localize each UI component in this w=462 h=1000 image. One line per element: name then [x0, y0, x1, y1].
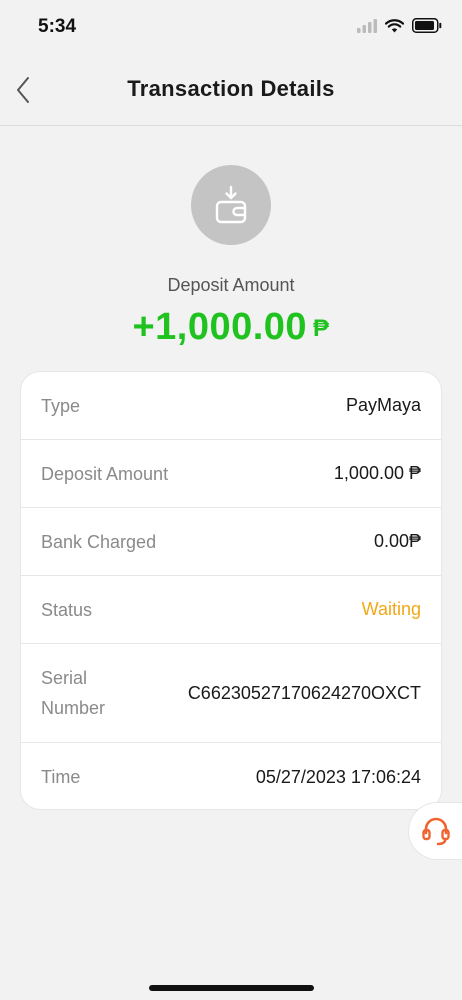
status-value: Waiting	[361, 599, 421, 619]
type-value: PayMaya	[345, 395, 421, 415]
deposit-amount-row-value: 1,000.00 ₱	[333, 463, 421, 483]
bank-charged-row: Bank Charged 0.00₱	[21, 508, 441, 576]
deposit-amount-row: Deposit Amount 1,000.00 ₱	[21, 440, 441, 508]
time-row: Time 05/27/2023 17:06:24	[21, 743, 441, 809]
bank-charged-value: 0.00₱	[373, 531, 421, 551]
amount-currency: ₱	[313, 315, 330, 342]
time-value: 05/27/2023 17:06:24	[255, 766, 421, 787]
customer-support-button[interactable]	[408, 802, 462, 860]
home-indicator	[149, 985, 314, 991]
status-label: Status	[41, 599, 93, 620]
deposit-amount-value: +1,000.00 ₱	[0, 306, 462, 349]
wallet-badge	[191, 165, 271, 245]
serial-number-label: Serial Number	[41, 668, 106, 718]
status-row: Status Waiting	[21, 576, 441, 644]
status-icons	[357, 18, 442, 33]
status-bar: 5:34	[0, 0, 462, 56]
headset-icon	[421, 817, 450, 846]
serial-number-value: C66230527170624270OXCT	[187, 682, 421, 703]
status-time: 5:34	[38, 16, 77, 37]
details-card: Type PayMaya Deposit Amount 1,000.00 ₱ B…	[20, 371, 442, 810]
serial-number-row: Serial Number C66230527170624270OXCT	[21, 644, 441, 743]
page-title: Transaction Details	[127, 76, 335, 101]
battery-icon	[412, 18, 442, 33]
wallet-deposit-icon	[215, 185, 247, 224]
wifi-icon	[385, 18, 404, 32]
nav-bar: Transaction Details	[0, 56, 462, 126]
signal-icon	[357, 18, 377, 33]
type-row: Type PayMaya	[21, 372, 441, 440]
amount-number: +1,000.00	[132, 306, 308, 348]
deposit-amount-row-label: Deposit Amount	[41, 463, 169, 484]
deposit-amount-label: Deposit Amount	[167, 275, 295, 295]
time-label: Time	[41, 767, 81, 787]
type-label: Type	[41, 395, 81, 416]
bank-charged-label: Bank Charged	[41, 531, 157, 552]
